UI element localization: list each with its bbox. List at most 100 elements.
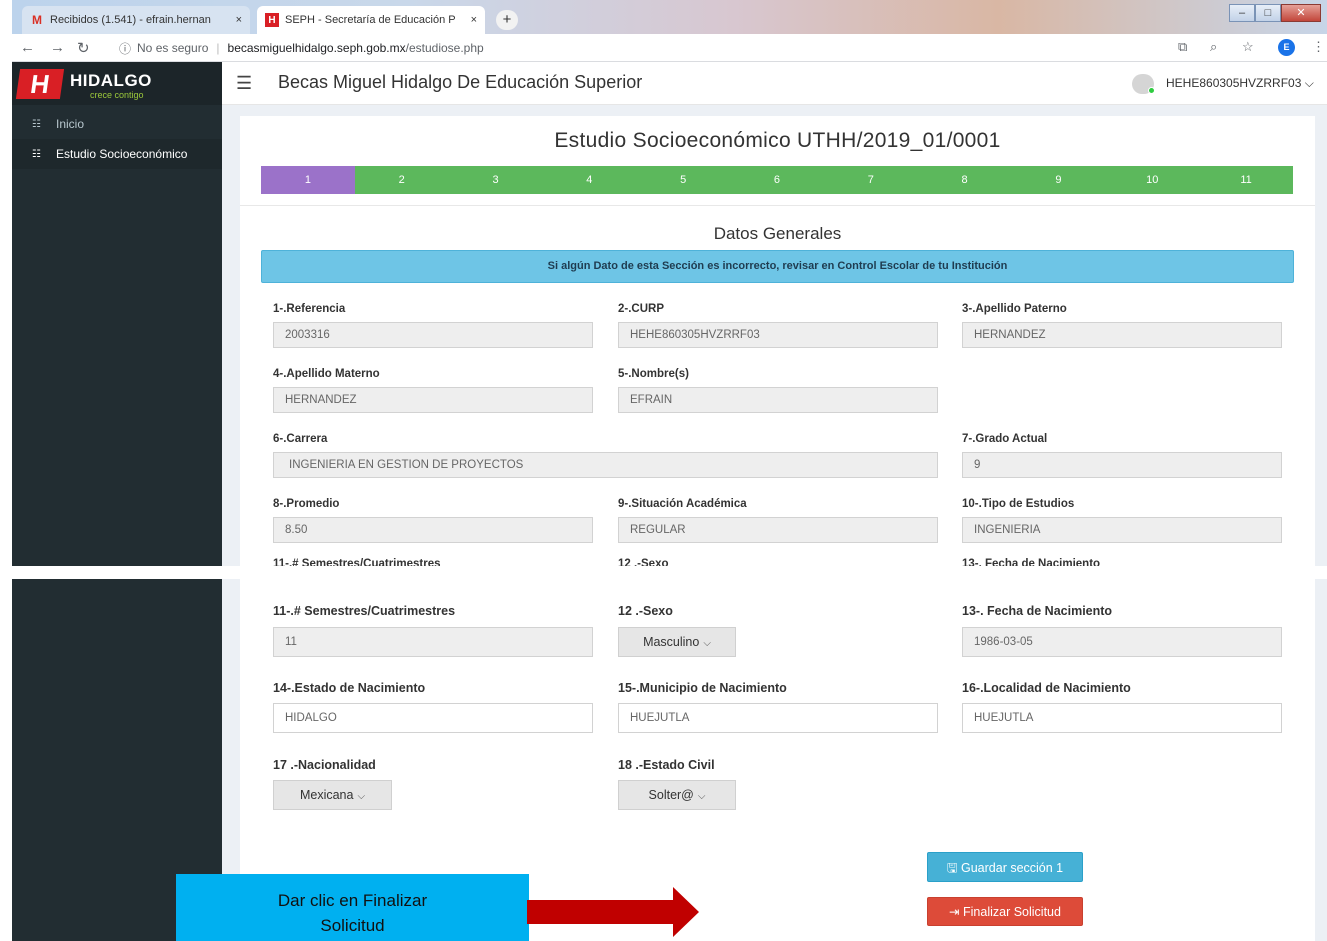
field-label: 16-.Localidad de Nacimiento <box>962 681 1131 695</box>
promedio-field[interactable]: 8.50 <box>273 517 593 543</box>
info-icon[interactable]: ⓘ <box>119 40 131 57</box>
sign-out-icon: ⇥ <box>949 905 960 919</box>
step-tab[interactable]: 8 <box>917 166 1012 194</box>
close-icon[interactable]: × <box>471 14 477 26</box>
step-tab[interactable]: 9 <box>1011 166 1106 194</box>
browser-window: M Recibidos (1.541) - efrain.hernan × H … <box>12 0 1327 566</box>
sidebar-item-label: Inicio <box>56 117 85 131</box>
field-label: 12 .-Sexo <box>618 558 669 566</box>
sidebar-item-inicio[interactable]: ☷ Inicio <box>12 109 222 139</box>
logo[interactable]: H HIDALGO crece contigo <box>12 62 222 105</box>
app: H HIDALGO crece contigo ☷ Inicio ☷ Estud… <box>12 62 1327 566</box>
forward-arrow-icon[interactable]: → <box>50 39 65 56</box>
close-icon[interactable]: × <box>236 14 242 26</box>
sidebar-item-estudio[interactable]: ☷ Estudio Socioeconómico <box>12 139 222 169</box>
field-label: 10-.Tipo de Estudios <box>962 498 1075 510</box>
step-tab[interactable]: 7 <box>823 166 918 194</box>
address-bar: ← → ↻ ⓘ No es seguro | becasmiguelhidalg… <box>12 34 1327 62</box>
field-label: 17 .-Nacionalidad <box>273 758 376 772</box>
chevron-down-icon: ⌵ <box>703 638 711 649</box>
step-tab[interactable]: 5 <box>636 166 731 194</box>
carrera-field[interactable]: INGENIERIA EN GESTION DE PROYECTOS <box>273 452 938 478</box>
fecha-nacimiento-field[interactable]: 1986-03-05 <box>962 627 1282 657</box>
field-label: 13-. Fecha de Nacimiento <box>962 604 1113 618</box>
apellido-materno-field[interactable]: HERNANDEZ <box>273 387 593 413</box>
step-tab[interactable]: 4 <box>542 166 637 194</box>
step-tabs: 1 2 3 4 5 6 7 8 9 10 11 <box>261 166 1293 194</box>
form-title: Estudio Socioeconómico UTHH/2019_01/0001 <box>554 129 1001 152</box>
close-window-button[interactable]: ✕ <box>1281 4 1321 22</box>
step-tab[interactable]: 3 <box>448 166 543 194</box>
nombre-field[interactable]: EFRAIN <box>618 387 938 413</box>
hidalgo-favicon-icon: H <box>265 13 279 27</box>
situacion-field[interactable]: REGULAR <box>618 517 938 543</box>
user-avatar[interactable] <box>1132 74 1155 94</box>
field-label: 4-.Apellido Materno <box>273 368 380 380</box>
estado-nacimiento-field[interactable]: HIDALGO <box>273 703 593 733</box>
step-tab[interactable]: 1 <box>261 166 355 194</box>
field-label: 13-. Fecha de Nacimiento <box>962 558 1101 566</box>
back-arrow-icon[interactable]: ← <box>20 39 35 56</box>
callout-line: Solicitud <box>320 916 385 935</box>
save-section-button[interactable]: 🖫 Guardar sección 1 <box>927 852 1083 882</box>
button-label: Guardar sección 1 <box>961 861 1064 875</box>
divider <box>240 205 1315 206</box>
arrow-icon <box>527 887 699 937</box>
online-status-icon <box>1148 87 1155 94</box>
window-controls: – □ ✕ <box>1229 4 1321 22</box>
field-label: 3-.Apellido Paterno <box>962 303 1067 315</box>
referencia-field[interactable]: 2003316 <box>273 322 593 348</box>
tipo-estudios-field[interactable]: INGENIERIA <box>962 517 1282 543</box>
tab-title: SEPH - Secretaría de Educación P <box>285 14 456 26</box>
step-tab[interactable]: 10 <box>1105 166 1200 194</box>
zoom-icon[interactable]: ⌕ <box>1210 39 1217 55</box>
info-alert: Si algún Dato de esta Sección es incorre… <box>261 250 1294 283</box>
semestres-field[interactable]: 11 <box>273 627 593 657</box>
select-value: Mexicana <box>299 788 354 802</box>
sexo-select[interactable]: Masculino ⌵ <box>618 627 736 657</box>
save-icon: 🖫 <box>946 861 958 875</box>
user-menu[interactable]: HEHE860305HVZRRF03 ⌵ <box>1166 76 1314 91</box>
grid-icon: ☷ <box>32 148 41 160</box>
app-header: ☰ Becas Miguel Hidalgo De Educación Supe… <box>222 62 1327 105</box>
estado-civil-select[interactable]: Solter@ ⌵ <box>618 780 736 810</box>
star-icon[interactable]: ☆ <box>1242 39 1254 55</box>
sidebar: H HIDALGO crece contigo ☷ Inicio ☷ Estud… <box>12 62 222 566</box>
logo-mark: H <box>15 69 65 99</box>
curp-field[interactable]: HEHE860305HVZRRF03 <box>618 322 938 348</box>
security-label: No es seguro <box>137 41 209 55</box>
localidad-nacimiento-field[interactable]: HUEJUTLA <box>962 703 1282 733</box>
reload-icon[interactable]: ↻ <box>77 39 90 57</box>
username: HEHE860305HVZRRF03 <box>1166 76 1302 90</box>
minimize-button[interactable]: – <box>1229 4 1255 22</box>
hamburger-menu-icon[interactable]: ☰ <box>236 73 252 94</box>
maximize-button[interactable]: □ <box>1255 4 1281 22</box>
select-value: Solter@ <box>648 788 694 802</box>
field-label: 11-.# Semestres/Cuatrimestres <box>273 558 441 566</box>
finalize-request-button[interactable]: ⇥ Finalizar Solicitud <box>927 897 1083 926</box>
translate-icon[interactable]: ⧉ <box>1178 39 1187 55</box>
tab-seph[interactable]: H SEPH - Secretaría de Educación P × <box>257 6 485 34</box>
field-label: 8-.Promedio <box>273 498 340 510</box>
instruction-callout: Dar clic en Finalizar Solicitud <box>176 874 529 941</box>
apellido-paterno-field[interactable]: HERNANDEZ <box>962 322 1282 348</box>
field-label: 12 .-Sexo <box>618 604 673 618</box>
chevron-down-icon: ⌵ <box>1304 76 1314 90</box>
step-tab[interactable]: 11 <box>1199 166 1293 194</box>
field-label: 14-.Estado de Nacimiento <box>273 681 426 695</box>
menu-dots-icon[interactable]: ⋮ <box>1312 39 1325 55</box>
url-field[interactable]: ⓘ No es seguro | becasmiguelhidalgo.seph… <box>119 37 1174 59</box>
nacionalidad-select[interactable]: Mexicana ⌵ <box>273 780 392 810</box>
grado-field[interactable]: 9 <box>962 452 1282 478</box>
municipio-nacimiento-field[interactable]: HUEJUTLA <box>618 703 938 733</box>
logo-name: HIDALGO <box>70 71 152 90</box>
chevron-down-icon: ⌵ <box>357 791 366 802</box>
profile-avatar[interactable]: E <box>1278 39 1295 56</box>
new-tab-button[interactable]: + <box>496 10 518 30</box>
field-label: 11-.# Semestres/Cuatrimestres <box>273 604 456 618</box>
step-tab[interactable]: 2 <box>354 166 449 194</box>
tab-gmail[interactable]: M Recibidos (1.541) - efrain.hernan × <box>22 6 250 34</box>
step-tab[interactable]: 6 <box>730 166 824 194</box>
field-label: 1-.Referencia <box>273 303 346 315</box>
field-label: 6-.Carrera <box>273 433 328 445</box>
